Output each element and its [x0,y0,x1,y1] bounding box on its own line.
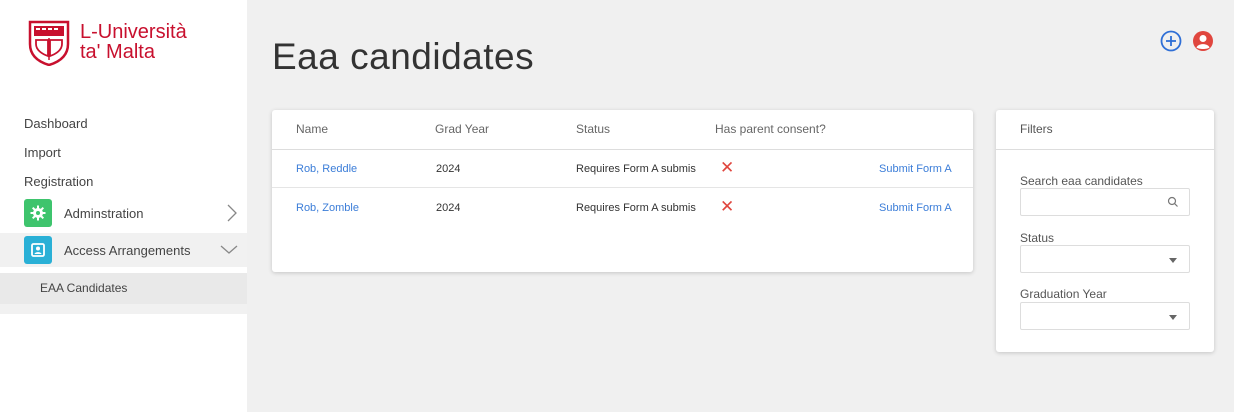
sidebar-item-access-arrangements[interactable]: Access Arrangements [0,233,247,267]
column-header-name[interactable]: Name [296,122,328,136]
column-header-parent-consent[interactable]: Has parent consent? [715,122,826,136]
search-label: Search eaa candidates [1020,174,1143,188]
table-row: Rob, Zomble 2024 Requires Form A submiss… [272,189,973,227]
candidate-name-link[interactable]: Rob, Reddle [296,163,357,175]
user-profile-icon[interactable] [1192,30,1214,52]
candidates-table: Name Grad Year Status Has parent consent… [272,110,973,272]
sidebar-item-dashboard[interactable]: Dashboard [24,116,88,131]
status-cell: Requires Form A submission [576,202,696,214]
page-title: Eaa candidates [272,36,535,77]
sidebar-item-administration[interactable]: Adminstration [0,196,247,230]
status-cell: Requires Form A submission [576,163,696,175]
chevron-right-icon[interactable] [225,203,239,223]
grad-year-cell: 2024 [436,163,461,175]
filters-title: Filters [1020,122,1053,136]
chevron-down-icon [1169,258,1177,263]
sidebar-item-import[interactable]: Import [24,145,61,160]
submit-form-a-link[interactable]: Submit Form A [879,163,952,175]
status-select[interactable] [1020,245,1190,273]
header-actions [1160,30,1214,52]
candidate-name-link[interactable]: Rob, Zomble [296,202,359,214]
no-consent-icon: ✕ [720,197,735,216]
main-content: Eaa candidates Name Grad Year Status Has… [247,0,1234,412]
brand-line-1: L-Università [80,21,187,43]
sidebar-item-registration[interactable]: Registration [24,174,93,189]
chevron-down-icon[interactable] [219,243,239,255]
sidebar-item-label: Adminstration [64,205,144,221]
column-header-status[interactable]: Status [576,122,610,136]
filters-panel: Filters Search eaa candidates Status Gra… [996,110,1214,352]
search-icon [1167,196,1178,207]
chevron-down-icon [1169,315,1177,320]
grad-year-cell: 2024 [436,202,461,214]
search-input[interactable] [1020,188,1190,216]
gear-icon [24,199,52,227]
university-logo[interactable]: L-Università ta' Malta [24,18,187,66]
brand-line-2: ta' Malta [80,41,155,63]
column-header-grad-year[interactable]: Grad Year [435,122,489,136]
sidebar-subitem-eaa-candidates[interactable]: EAA Candidates [0,273,247,304]
sidebar: L-Università ta' Malta Dashboard Import … [0,0,247,412]
sidebar-submenu-footer [0,304,247,314]
grad-year-filter-label: Graduation Year [1020,287,1107,301]
grad-year-select[interactable] [1020,302,1190,330]
filters-divider [996,149,1214,150]
sidebar-item-label: Access Arrangements [64,242,191,258]
no-consent-icon: ✕ [720,158,735,177]
university-crest-icon [28,20,70,66]
add-icon[interactable] [1160,30,1182,52]
badge-icon [24,236,52,264]
table-row: Rob, Reddle 2024 Requires Form A submiss… [272,150,973,188]
submit-form-a-link[interactable]: Submit Form A [879,202,952,214]
status-filter-label: Status [1020,231,1055,245]
